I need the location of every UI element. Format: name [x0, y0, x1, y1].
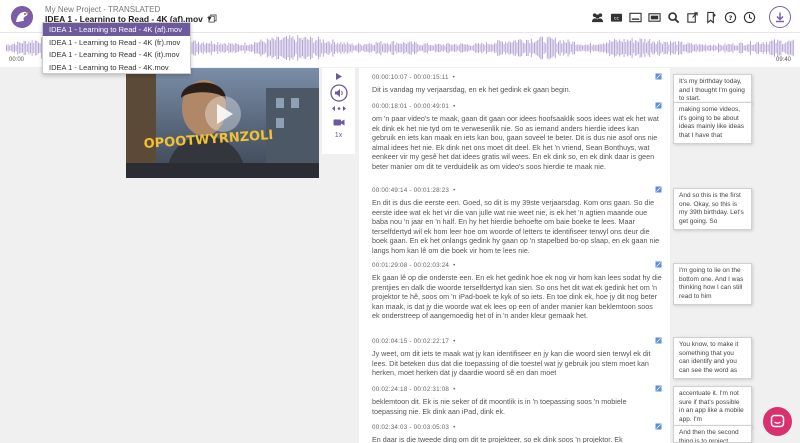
download-icon: [776, 12, 784, 23]
project-name: My New Project - TRANSLATED: [45, 5, 161, 14]
segment-dot-icon: •: [453, 386, 456, 393]
translation-card-text: I'm going to lie on the bottom one. And …: [679, 267, 744, 300]
playback-speed[interactable]: 1x: [335, 132, 342, 139]
dropdown-item[interactable]: IDEA 1 - Learning to Read - 4K (fr).mov: [43, 36, 190, 49]
translation-card-text: And then the second thing is to project: [679, 429, 739, 443]
segment-text[interactable]: En daar is die tweede ding om dit te pro…: [372, 435, 662, 443]
waveform-end-time: 09:40: [774, 57, 792, 63]
edit-icon[interactable]: [655, 73, 662, 80]
segment-timecode[interactable]: 00:01:29:08 - 00:02:03:24 •: [372, 262, 662, 269]
bookmark-icon[interactable]: [704, 10, 718, 24]
search-icon[interactable]: [666, 10, 680, 24]
segment-timecode-text: 00:00:49:14 - 00:01:28:23: [372, 187, 450, 194]
translation-card[interactable]: accentuate it. I'm not sure if that's po…: [673, 386, 752, 428]
segment-timecode-text: 00:00:18:01 - 00:00:49:01: [372, 103, 450, 110]
segment-dot-icon: •: [452, 74, 456, 81]
subtitle-icon[interactable]: [628, 10, 642, 24]
segment-text[interactable]: Ek gaan lê op die onderste een. En ek he…: [372, 273, 662, 321]
copy-icon[interactable]: [208, 14, 217, 23]
transcript-segment[interactable]: 00:02:34:03 - 00:03:05:03 • En daar is die…: [372, 423, 662, 443]
segment-text[interactable]: om 'n paar video's te maak, gaan dit gaa…: [372, 114, 662, 171]
volume-icon: [329, 84, 348, 102]
dropdown-item[interactable]: IDEA 1 - Learning to Read - 4K (af).mov: [43, 23, 190, 36]
help-icon[interactable]: ?: [723, 10, 737, 24]
edit-icon[interactable]: [655, 102, 662, 109]
transcript-segment[interactable]: 00:01:29:08 - 00:02:03:24 • Ek gaan lê op …: [372, 261, 662, 321]
segment-timecode-text: 00:01:29:08 - 00:02:03:24: [372, 262, 450, 269]
translation-card-text: accentuate it. I'm not sure if that's po…: [679, 390, 744, 423]
segment-text[interactable]: Dit is vandag my verjaarsdag, en ek het …: [372, 85, 662, 95]
segment-timecode-text: 00:02:24:18 - 00:02:31:08: [372, 386, 450, 393]
segment-dot-icon: •: [453, 338, 456, 345]
svg-text:cc: cc: [613, 16, 619, 21]
segment-timecode[interactable]: 00:02:24:18 - 00:02:31:08 •: [372, 386, 662, 393]
caption-icon[interactable]: cc: [609, 10, 623, 24]
edit-icon[interactable]: [655, 261, 662, 268]
chat-button[interactable]: [763, 407, 792, 436]
segment-timecode-text: 00:02:34:03 - 00:03:05:03: [372, 424, 450, 431]
segment-text[interactable]: En dit is dus die eerste een. Goed, so d…: [372, 198, 662, 255]
users-icon[interactable]: [590, 10, 604, 24]
translation-card-text: It's my birthday today, and I thought I'…: [679, 78, 745, 103]
dropdown-item[interactable]: IDEA 1 - Learning to Read - 4K (it).mov: [43, 48, 190, 61]
segment-timecode-text: 00:02:04:15 - 00:02:22:17: [372, 338, 450, 345]
download-button[interactable]: [769, 6, 791, 28]
translation-card[interactable]: I'm going to lie on the bottom one. And …: [673, 263, 752, 305]
clock-icon[interactable]: [742, 10, 756, 24]
transcript-segment[interactable]: 00:00:18:01 - 00:00:49:01 • om 'n paar vid…: [372, 102, 662, 171]
translation-card-text: You know, to make it something that you …: [679, 341, 739, 374]
edit-icon[interactable]: [655, 186, 662, 193]
segment-timecode-text: 00:00:10:07 - 00:00:15:11: [372, 74, 449, 81]
share-icon[interactable]: [685, 10, 699, 24]
edit-icon[interactable]: [655, 423, 662, 430]
segment-dot-icon: •: [453, 103, 456, 110]
volume-button[interactable]: [329, 84, 348, 102]
file-dropdown-menu: IDEA 1 - Learning to Read - 4K (af).mov I…: [42, 22, 191, 74]
logo-icon[interactable]: [11, 6, 33, 28]
segment-text[interactable]: Jy weet, om dit iets te maak wat jy kan …: [372, 349, 662, 378]
toolbar: cc ?: [590, 10, 756, 24]
segment-timecode[interactable]: 00:02:04:15 - 00:02:22:17 •: [372, 338, 662, 345]
edit-icon[interactable]: [655, 337, 662, 344]
nudge-control[interactable]: [331, 105, 347, 112]
translation-card[interactable]: And then the second thing is to project: [673, 425, 752, 443]
waveform-start-time: 00:00: [8, 57, 26, 63]
translation-card[interactable]: And so this is the first one. Okay, so t…: [673, 188, 752, 230]
translation-card-text: And so this is the first one. Okay, so t…: [679, 192, 744, 225]
video-player[interactable]: OPOOTWYRNZOLI: [126, 68, 319, 178]
transcript-segment[interactable]: 00:02:24:18 - 00:02:31:08 • beklemtoon dit…: [372, 385, 662, 416]
play-button[interactable]: [334, 72, 343, 81]
camera-button[interactable]: [333, 118, 345, 127]
camera-icon: [333, 119, 344, 126]
playback-controls: 1x: [322, 68, 355, 154]
chat-icon: [770, 414, 785, 428]
transcript-segment[interactable]: 00:00:10:07 - 00:00:15:11 • Dit is vandag …: [372, 73, 662, 95]
segment-timecode[interactable]: 00:00:10:07 - 00:00:15:11 •: [372, 74, 662, 81]
dropdown-item[interactable]: IDEA 1 - Learning to Read - 4K.mov: [43, 61, 190, 74]
transcript-segment[interactable]: 00:00:49:14 - 00:01:28:23 • En dit is dus …: [372, 186, 662, 255]
segment-text[interactable]: beklemtoon dit. Ek is nie seker of dit m…: [372, 397, 662, 416]
translation-card[interactable]: You know, to make it something that you …: [673, 337, 752, 379]
film-icon[interactable]: [647, 10, 661, 24]
translation-card[interactable]: making some videos, it's going to be abo…: [673, 102, 752, 144]
segment-timecode[interactable]: 00:00:49:14 - 00:01:28:23 •: [372, 187, 662, 194]
segment-timecode[interactable]: 00:02:34:03 - 00:03:05:03 •: [372, 424, 662, 431]
edit-icon[interactable]: [655, 385, 662, 392]
nudge-icon: [331, 106, 346, 111]
segment-timecode[interactable]: 00:00:18:01 - 00:00:49:01 •: [372, 103, 662, 110]
play-icon: [336, 73, 342, 80]
translation-card[interactable]: It's my birthday today, and I thought I'…: [673, 74, 752, 104]
segment-dot-icon: •: [453, 262, 456, 269]
transcript-segment[interactable]: 00:02:04:15 - 00:02:22:17 • Jy weet, om di…: [372, 337, 662, 378]
segment-dot-icon: •: [453, 187, 456, 194]
translation-card-text: making some videos, it's going to be abo…: [679, 106, 745, 139]
svg-text:?: ?: [728, 13, 732, 21]
transcript-panel[interactable]: 00:00:10:07 - 00:00:15:11 • Dit is vandag …: [359, 68, 670, 443]
segment-dot-icon: •: [453, 424, 456, 431]
